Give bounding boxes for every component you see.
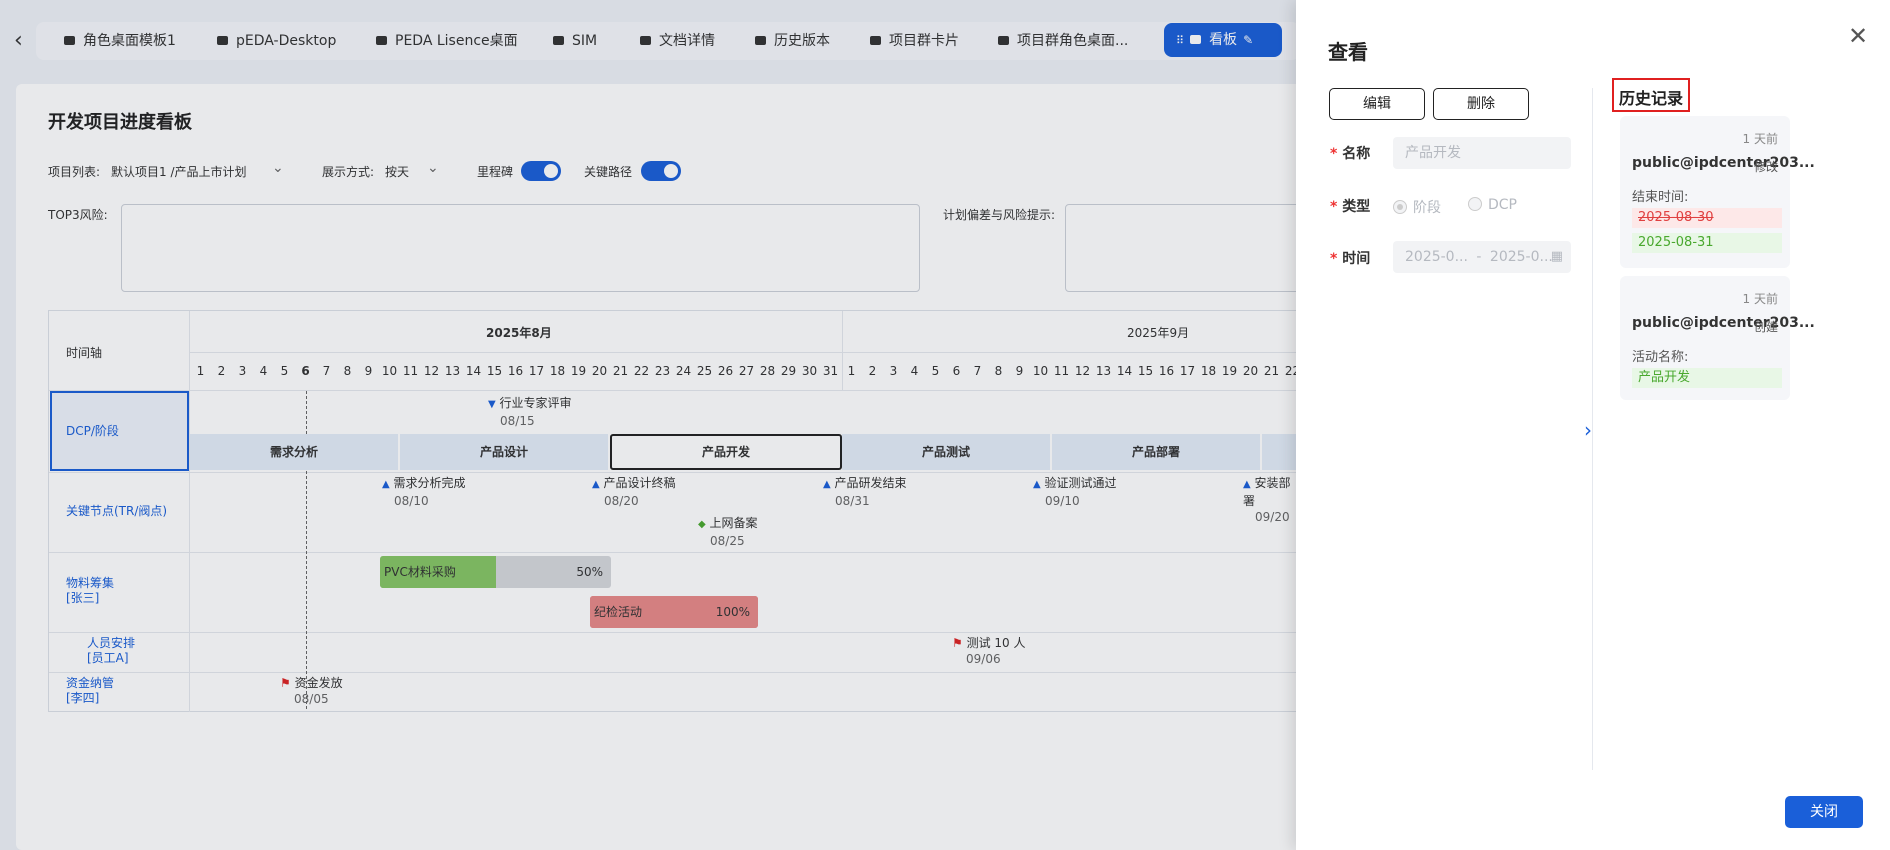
history-entry: 1 天前 public@ipdcenter203... 创建 活动名称: 产品开… <box>1620 276 1815 400</box>
history-user: public@ipdcenter203... <box>1632 155 1815 171</box>
history-user: public@ipdcenter203... <box>1632 315 1815 331</box>
history-field: 结束时间: <box>1632 190 1689 205</box>
drawer-title: 查看 <box>1328 40 1368 64</box>
name-input[interactable]: 产品开发 <box>1393 137 1571 169</box>
close-icon[interactable]: ✕ <box>1848 22 1868 50</box>
close-button[interactable]: 关闭 <box>1785 796 1863 828</box>
delete-button[interactable]: 删除 <box>1433 88 1529 120</box>
edit-button[interactable]: 编辑 <box>1329 88 1425 120</box>
history-field: 活动名称: <box>1632 350 1689 365</box>
type-field-label: * 类型 <box>1330 199 1371 215</box>
history-action: 创建 <box>1753 320 1778 334</box>
name-field-label: * 名称 <box>1330 146 1371 162</box>
date-range-input[interactable]: 2025-0... - 2025-0... ▦ <box>1393 241 1571 273</box>
modal-backdrop[interactable] <box>0 0 1296 850</box>
chevron-right-icon[interactable]: › <box>1584 418 1592 442</box>
detail-drawer <box>1296 0 1890 850</box>
required-mark: * <box>1330 251 1338 267</box>
required-mark: * <box>1330 146 1338 162</box>
calendar-icon: ▦ <box>1550 249 1563 264</box>
history-title: 历史记录 <box>1619 89 1684 108</box>
required-mark: * <box>1330 199 1338 215</box>
history-new-value: 产品开发 <box>1632 368 1782 388</box>
history-action: 修改 <box>1753 160 1778 174</box>
history-entry: 1 天前 public@ipdcenter203... 修改 结束时间: 202… <box>1620 116 1815 268</box>
history-old-value: 2025-08-30 <box>1632 208 1782 228</box>
type-radio-dcp[interactable]: DCP <box>1468 197 1517 213</box>
drawer-divider <box>1592 88 1593 770</box>
type-radio-stage[interactable]: 阶段 <box>1393 197 1441 217</box>
radio-unchecked-icon <box>1468 197 1482 211</box>
time-field-label: * 时间 <box>1330 251 1371 267</box>
history-new-value: 2025-08-31 <box>1632 233 1782 253</box>
radio-checked-icon <box>1393 200 1407 214</box>
